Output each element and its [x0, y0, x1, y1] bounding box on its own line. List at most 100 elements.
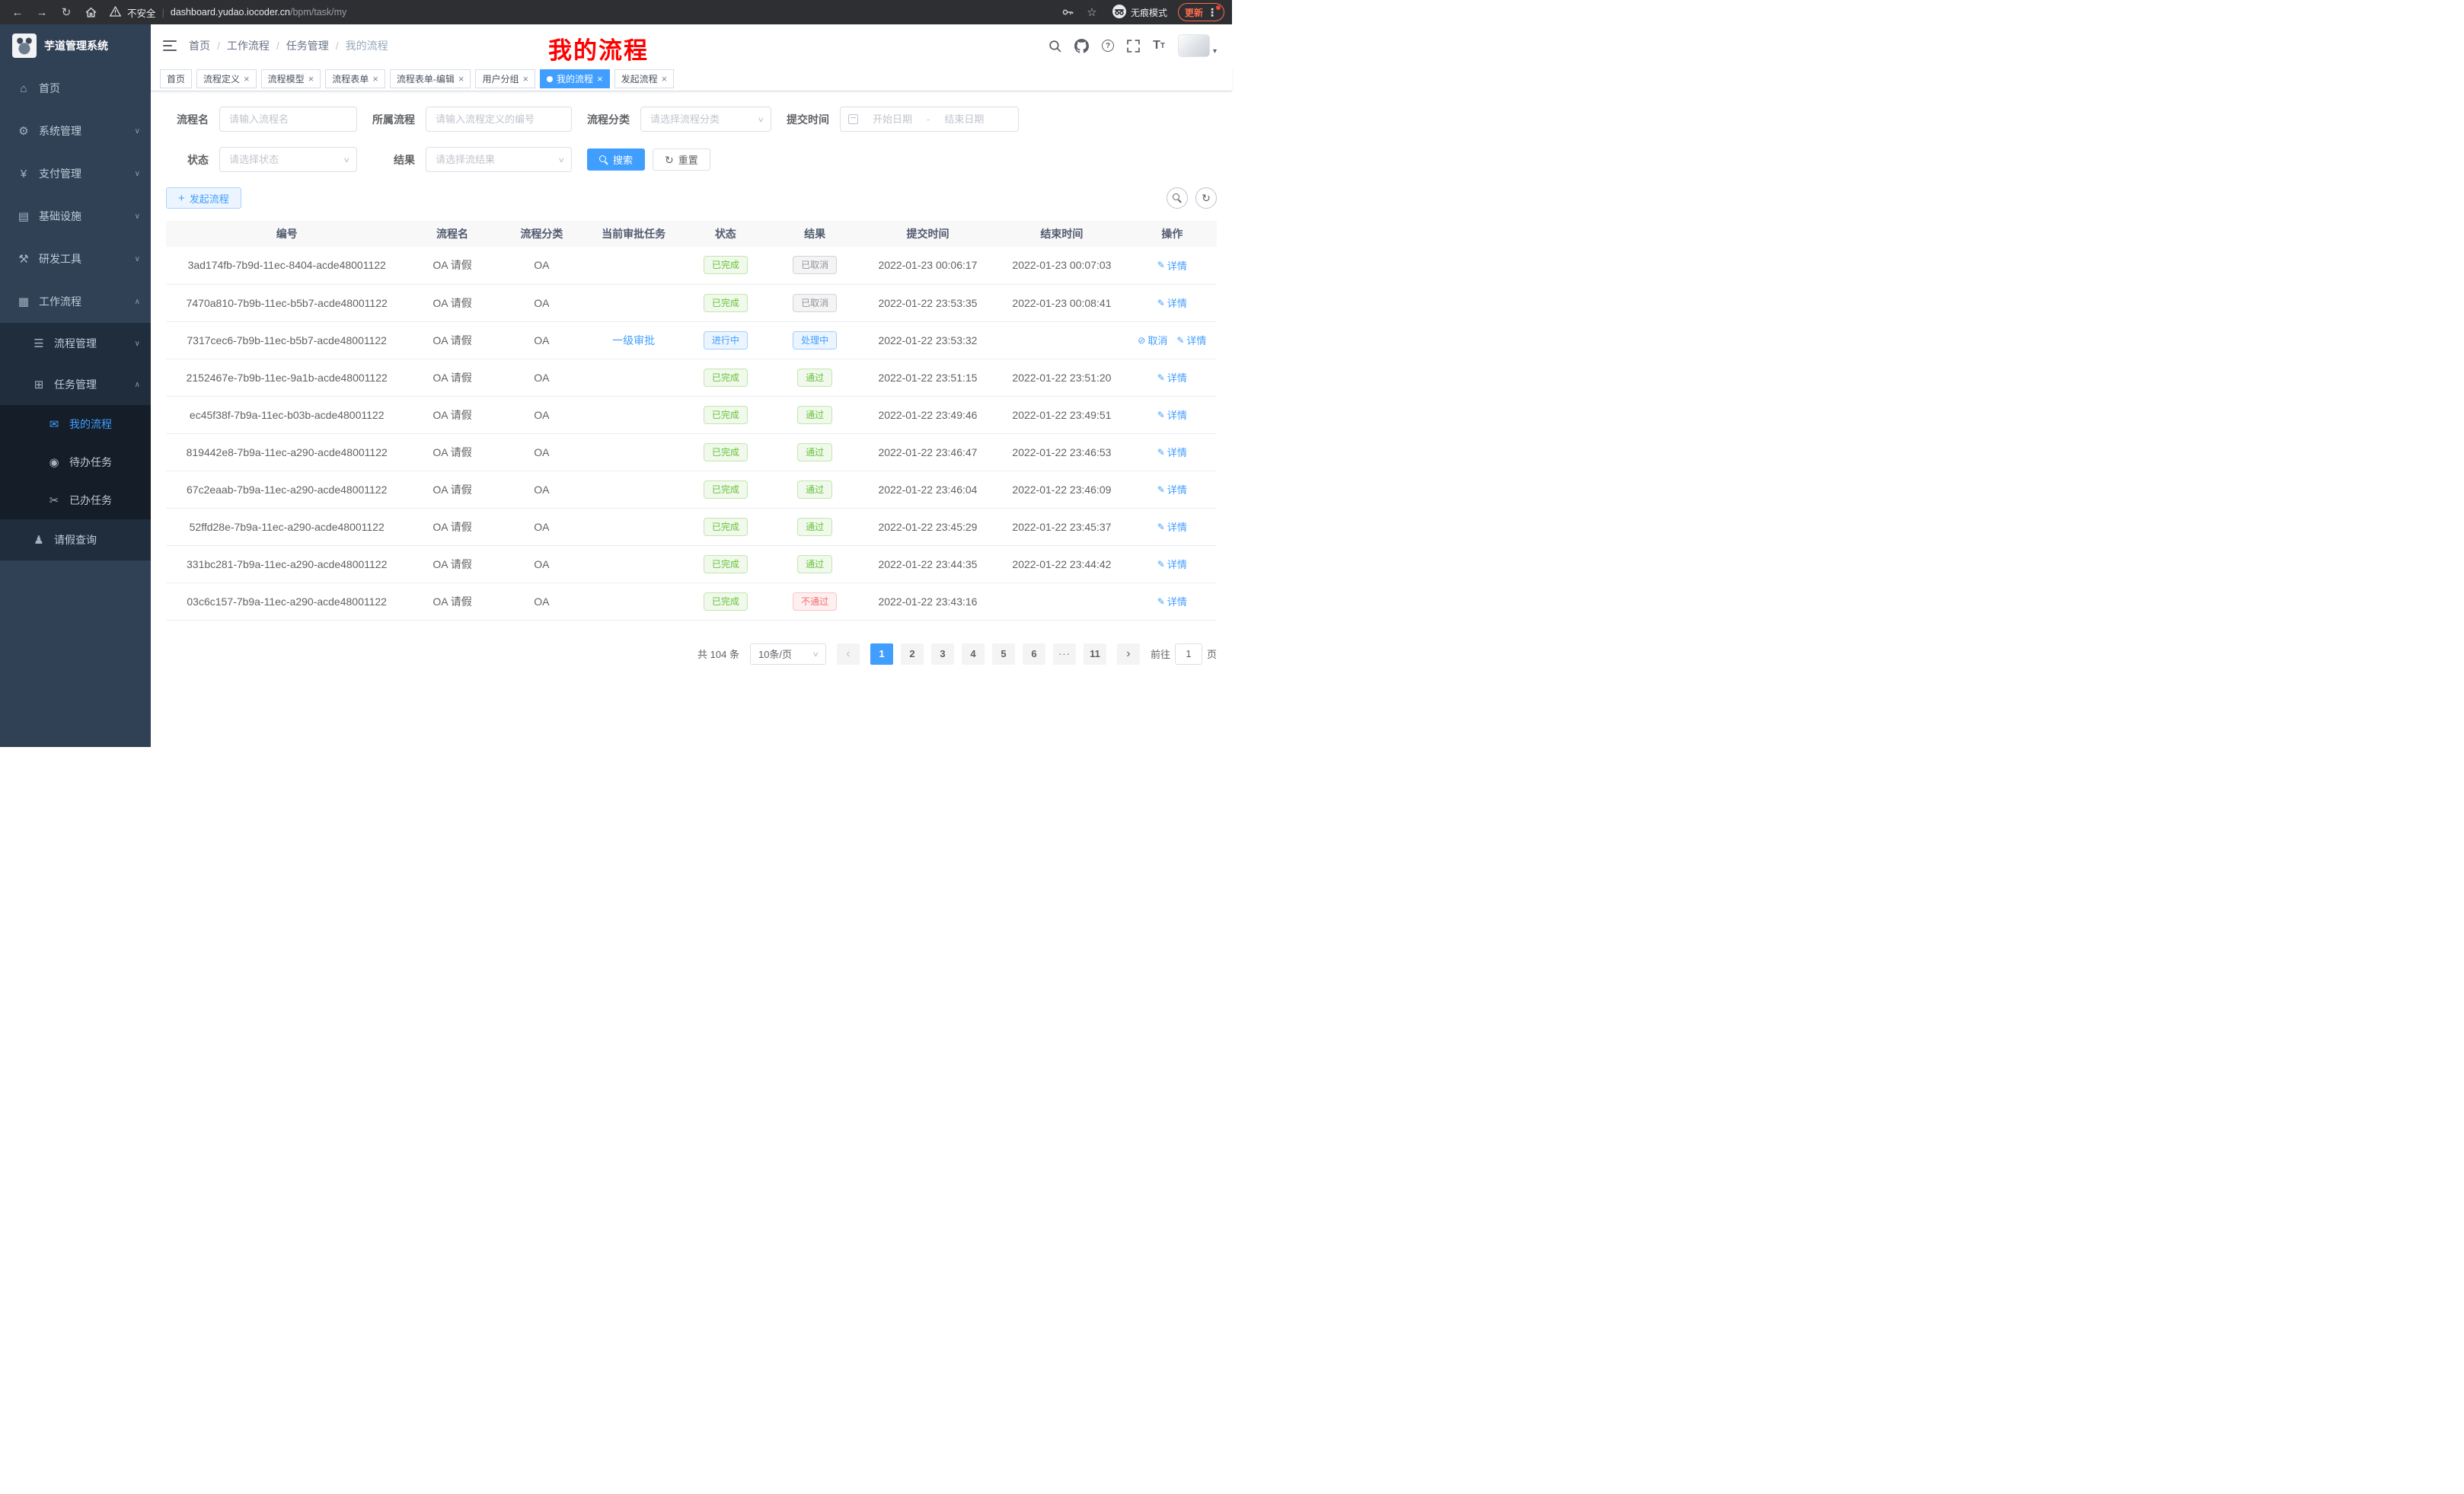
pager-page-3[interactable]: 3: [931, 643, 954, 665]
cell-category: OA: [497, 508, 586, 545]
font-size-icon[interactable]: TT: [1153, 39, 1165, 53]
tab-label: 流程模型: [268, 72, 305, 85]
cancel-link[interactable]: ⊘取消: [1138, 333, 1167, 347]
detail-link[interactable]: ✎详情: [1157, 258, 1187, 273]
process-name-input[interactable]: [219, 107, 357, 132]
infra-icon: ▤: [15, 209, 32, 223]
table-row: 03c6c157-7b9a-11ec-a290-acde48001122OA 请…: [166, 583, 1217, 620]
tab-initiate-process[interactable]: 发起流程×: [614, 69, 675, 88]
breadcrumb: 首页/工作流程/任务管理/我的流程: [189, 38, 388, 53]
back-icon[interactable]: ←: [8, 2, 27, 22]
detail-link[interactable]: ✎详情: [1157, 407, 1187, 422]
cell-id: 819442e8-7b9a-11ec-a290-acde48001122: [166, 433, 407, 471]
more-menu-icon[interactable]: ⋮: [1207, 7, 1218, 18]
detail-link[interactable]: ✎详情: [1176, 333, 1206, 347]
pager-page-6[interactable]: 6: [1023, 643, 1045, 665]
sidebar-item-home[interactable]: ⌂首页: [0, 67, 151, 110]
update-button[interactable]: 更新 ⋮: [1178, 3, 1224, 21]
key-icon[interactable]: [1058, 2, 1077, 22]
create-process-button[interactable]: + 发起流程: [166, 187, 241, 209]
breadcrumb-item[interactable]: 工作流程: [227, 38, 270, 53]
category-select[interactable]: ∨: [640, 107, 771, 132]
detail-link[interactable]: ✎详情: [1157, 482, 1187, 496]
pager-page-11[interactable]: 11: [1084, 643, 1106, 665]
bookmark-star-icon[interactable]: ☆: [1082, 2, 1102, 22]
tab-process-form-edit[interactable]: 流程表单-编辑×: [390, 69, 471, 88]
task-link[interactable]: 一级审批: [612, 334, 655, 346]
pager-page-2[interactable]: 2: [901, 643, 924, 665]
reload-icon[interactable]: ↻: [56, 2, 76, 22]
refresh-list-button[interactable]: ↻: [1195, 187, 1217, 209]
pager-page-4[interactable]: 4: [962, 643, 985, 665]
fullscreen-icon[interactable]: [1127, 40, 1140, 53]
detail-link[interactable]: ✎详情: [1157, 295, 1187, 310]
status-select[interactable]: ∨: [219, 147, 357, 172]
breadcrumb-item[interactable]: 任务管理: [286, 38, 329, 53]
cell-result: 已取消: [770, 247, 859, 284]
forward-icon[interactable]: →: [32, 2, 52, 22]
detail-link[interactable]: ✎详情: [1157, 594, 1187, 608]
prev-page-button[interactable]: ‹: [837, 643, 860, 665]
pager-page-1[interactable]: 1: [870, 643, 893, 665]
result-select[interactable]: ∨: [426, 147, 572, 172]
date-range-picker[interactable]: -: [840, 107, 1019, 132]
status-select-input[interactable]: [219, 147, 357, 172]
tab-process-definition[interactable]: 流程定义×: [196, 69, 257, 88]
reset-button[interactable]: ↻ 重置: [653, 148, 710, 171]
tab-my-process[interactable]: 我的流程×: [540, 69, 610, 88]
help-icon[interactable]: ?: [1102, 40, 1114, 52]
hamburger-icon[interactable]: [163, 40, 177, 51]
close-icon[interactable]: ×: [597, 74, 603, 84]
cell-status: 已完成: [681, 433, 770, 471]
category-label: 流程分类: [587, 112, 630, 127]
sidebar-item-payment-management[interactable]: ¥支付管理∨: [0, 152, 151, 195]
tab-process-model[interactable]: 流程模型×: [261, 69, 321, 88]
result-select-input[interactable]: [426, 147, 572, 172]
category-select-input[interactable]: [640, 107, 771, 132]
close-icon[interactable]: ×: [244, 74, 250, 84]
pager-ellipsis[interactable]: ···: [1053, 643, 1076, 665]
sidebar-item-process-management[interactable]: ☰流程管理∨: [0, 323, 151, 364]
breadcrumb-item[interactable]: 首页: [189, 38, 210, 53]
sidebar-item-task-management[interactable]: ⊞任务管理∧: [0, 364, 151, 405]
close-icon[interactable]: ×: [458, 74, 464, 84]
detail-link[interactable]: ✎详情: [1157, 557, 1187, 571]
detail-link[interactable]: ✎详情: [1157, 370, 1187, 385]
sidebar-item-dev-tools[interactable]: ⚒研发工具∨: [0, 238, 151, 280]
sidebar-item-my-process[interactable]: ✉我的流程: [0, 405, 151, 443]
user-avatar[interactable]: ▾: [1178, 34, 1217, 57]
close-icon[interactable]: ×: [522, 74, 528, 84]
page-size-select[interactable]: 10条/页 ∨: [750, 643, 826, 665]
end-date-input[interactable]: [934, 113, 994, 125]
tab-process-form[interactable]: 流程表单×: [325, 69, 385, 88]
sidebar-item-todo-tasks[interactable]: ◉待办任务: [0, 443, 151, 481]
column-header: 结果: [770, 221, 859, 247]
close-icon[interactable]: ×: [372, 74, 378, 84]
tab-home[interactable]: 首页: [160, 69, 192, 88]
close-icon[interactable]: ×: [662, 74, 668, 84]
url-host: dashboard.yudao.iocoder.cn: [171, 7, 290, 18]
toggle-search-button[interactable]: [1167, 187, 1188, 209]
search-button[interactable]: 搜索: [587, 148, 645, 171]
detail-link[interactable]: ✎详情: [1157, 519, 1187, 534]
sidebar-item-leave-query[interactable]: ♟请假查询: [0, 519, 151, 560]
address-bar[interactable]: 不安全 | dashboard.yudao.iocoder.cn/bpm/tas…: [110, 5, 1053, 20]
detail-link[interactable]: ✎详情: [1157, 445, 1187, 459]
sidebar-item-system-management[interactable]: ⚙系统管理∨: [0, 110, 151, 152]
github-icon[interactable]: [1074, 39, 1089, 53]
owner-process-input[interactable]: [426, 107, 572, 132]
sidebar-item-infrastructure[interactable]: ▤基础设施∨: [0, 195, 151, 238]
sidebar-item-workflow[interactable]: ▦工作流程∧: [0, 280, 151, 323]
home-icon[interactable]: [81, 2, 101, 22]
filter-row-1: 流程名 所属流程 流程分类 ∨ 提交时间: [166, 107, 1217, 132]
pager-page-5[interactable]: 5: [992, 643, 1015, 665]
close-icon[interactable]: ×: [308, 74, 314, 84]
next-page-button[interactable]: ›: [1117, 643, 1140, 665]
start-date-input[interactable]: [863, 113, 922, 125]
tab-user-group[interactable]: 用户分组×: [475, 69, 535, 88]
sidebar-item-done-tasks[interactable]: ✂已办任务: [0, 481, 151, 519]
warning-icon: [110, 6, 121, 19]
search-icon[interactable]: [1048, 40, 1061, 53]
goto-page-input[interactable]: [1175, 643, 1202, 665]
reset-button-label: 重置: [678, 152, 698, 167]
